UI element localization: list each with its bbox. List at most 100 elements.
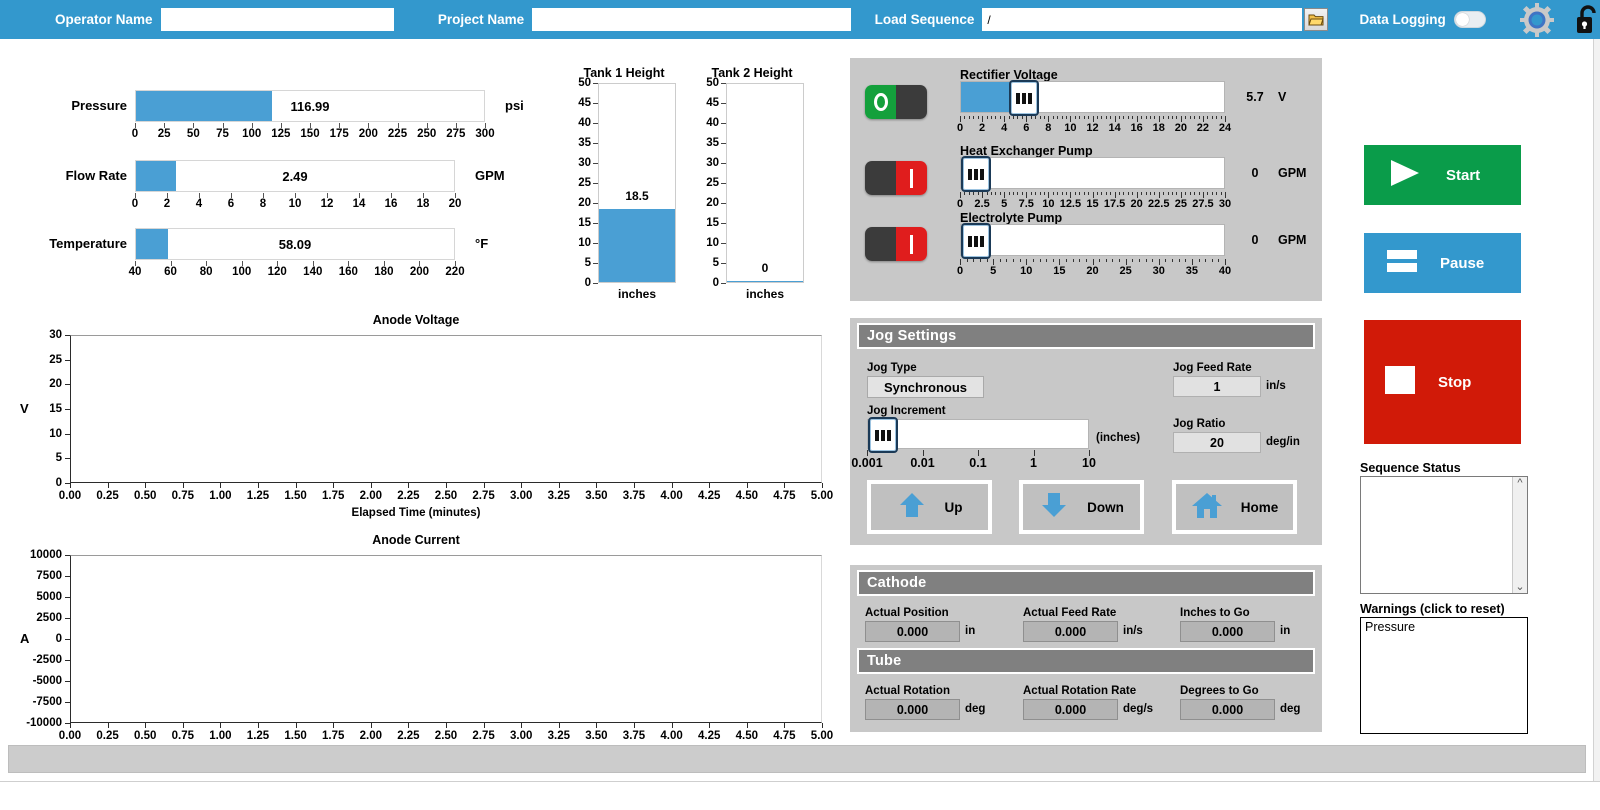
- tube-field-value: 0.000: [1023, 699, 1118, 720]
- start-button[interactable]: Start: [1364, 145, 1521, 205]
- slider-minor-tick: [999, 116, 1001, 119]
- operator-name-input[interactable]: [160, 8, 394, 31]
- lock-icon[interactable]: [1574, 4, 1600, 36]
- warnings-listbox[interactable]: Pressure: [1360, 617, 1528, 734]
- slider-minor-tick: [1172, 116, 1173, 119]
- cathode-field-label: Actual Feed Rate: [1023, 607, 1117, 619]
- heat-exchanger-pump-slider-thumb[interactable]: [961, 156, 991, 192]
- tank-y-tick-label: 5: [584, 257, 591, 269]
- load-sequence-input[interactable]: [982, 8, 1302, 31]
- folder-open-icon[interactable]: [1303, 8, 1329, 31]
- slider-minor-tick: [1074, 116, 1076, 119]
- jog-ratio-unit: deg/in: [1266, 436, 1300, 448]
- horizontal-scrollbar[interactable]: [8, 745, 1586, 773]
- electrolyte-pump-slider[interactable]: [960, 223, 1225, 259]
- chart-y-tick-label: 7500: [36, 570, 62, 582]
- slider-minor-tick: [1046, 259, 1048, 262]
- slider-minor-tick: [1145, 116, 1147, 119]
- chart-y-tick-label: -5000: [32, 675, 62, 687]
- chart-x-tick: [784, 723, 786, 728]
- tank-y-tick-label: 30: [706, 157, 719, 169]
- jog-type-select[interactable]: Synchronous: [867, 376, 984, 398]
- chart-x-tick: [521, 483, 523, 488]
- slider-minor-tick: [1052, 192, 1054, 195]
- jog-increment-tick-label: 0.1: [969, 456, 987, 470]
- switch-right-half[interactable]: [896, 227, 927, 261]
- data-logging-toggle[interactable]: [1453, 11, 1486, 28]
- jog-increment-slider[interactable]: 0.001 0.01 0.1 1 10: [851, 417, 1096, 470]
- slider-tick-label: 40: [1218, 265, 1232, 277]
- rectifier-voltage-unit: V: [1278, 90, 1287, 104]
- jog-increment-slider-thumb[interactable]: [868, 417, 898, 453]
- gear-icon[interactable]: [1520, 2, 1554, 37]
- chart-x-tick-label: 3.00: [509, 730, 533, 742]
- jog-feed-rate-field[interactable]: 1: [1173, 376, 1261, 397]
- tank-y-tick-label: 45: [706, 97, 719, 109]
- switch-left-half[interactable]: [865, 161, 896, 195]
- scroll-down-icon[interactable]: ⌄: [1515, 581, 1524, 593]
- jog-home-button[interactable]: Home: [1172, 480, 1297, 534]
- scroll-up-icon[interactable]: ^: [1517, 477, 1522, 489]
- gauge-temperature: Temperature 58.09 °F 40 60 80 100 120 140 160 180 2…: [49, 228, 488, 283]
- switch-right-half[interactable]: [896, 161, 927, 195]
- rectifier-voltage-power-switch[interactable]: [865, 85, 927, 119]
- chart-y-tick-label: -2500: [32, 654, 62, 666]
- vertical-scrollbar[interactable]: [1593, 39, 1600, 781]
- chart-x-tick-label: 0.00: [58, 730, 82, 742]
- gauge-tick-label: 50: [186, 128, 200, 140]
- slider-tick-label: 20: [1174, 122, 1187, 134]
- jog-type-label: Jog Type: [867, 362, 917, 374]
- electrolyte-pump-power-switch[interactable]: [865, 227, 927, 261]
- slider-tick-label: 10: [1020, 265, 1033, 277]
- jog-down-button[interactable]: Down: [1019, 480, 1144, 534]
- slider-minor-tick: [1141, 192, 1143, 195]
- cathode-header: Cathode: [857, 570, 1315, 596]
- slider-tick-label: 12.5: [1059, 198, 1082, 210]
- sequence-status-scrollbar[interactable]: ^ ⌄: [1512, 477, 1527, 593]
- jog-ratio-field[interactable]: 20: [1173, 432, 1261, 453]
- switch-left-half[interactable]: [865, 227, 896, 261]
- sequence-status-listbox[interactable]: ^ ⌄: [1360, 476, 1528, 594]
- slider-minor-tick: [1165, 259, 1167, 262]
- electrolyte-pump-slider-thumb[interactable]: [961, 223, 991, 259]
- chart-x-tick: [258, 723, 259, 728]
- chart-x-tick-label: 3.25: [547, 730, 570, 742]
- chart-y-tick: [65, 335, 70, 336]
- warning-list-item[interactable]: Pressure: [1361, 618, 1527, 636]
- chart-y-tick: [65, 384, 70, 386]
- gauge-scale: 40 60 80 100 120 140 160 180 200 220: [129, 261, 465, 283]
- chart-x-tick: [408, 723, 410, 728]
- tank-chart: Tank 1 Height 0 5 10 15 20 25 30 35 40 45 50 18.5 inc…: [572, 66, 676, 301]
- rectifier-voltage-slider-thumb[interactable]: [1008, 80, 1039, 116]
- chart-x-tick-label: 1.75: [321, 730, 345, 742]
- chart-y-tick-label: 30: [49, 329, 62, 341]
- project-name-input[interactable]: [532, 8, 851, 31]
- chart-y-tick-label: 0: [55, 477, 62, 489]
- chart-x-tick: [446, 723, 447, 728]
- slider-tick-label: 16: [1130, 122, 1143, 134]
- stop-button[interactable]: Stop: [1364, 320, 1521, 444]
- gauge-tick-label: 20: [448, 198, 462, 210]
- warnings-label: Warnings (click to reset): [1360, 602, 1505, 616]
- slider-minor-tick: [1083, 192, 1085, 195]
- tank-y-tick: [721, 283, 726, 284]
- tube-field-unit: deg: [965, 703, 986, 715]
- heat-exchanger-pump-power-switch[interactable]: [865, 161, 927, 195]
- chart-x-tick-label: 1.25: [246, 490, 270, 502]
- slider-minor-tick: [1013, 116, 1014, 119]
- switch-right-half[interactable]: [896, 85, 927, 119]
- chart-y-tick: [65, 433, 70, 435]
- switch-left-half[interactable]: [865, 85, 896, 119]
- jog-up-button[interactable]: Up: [867, 480, 992, 534]
- slider-minor-tick: [1211, 192, 1213, 195]
- gauge-scale: 0 2 4 6 8 10 12 14 16 18 20: [132, 193, 461, 215]
- tank-y-axis: 0 5 10 15 20 25 30 35 40 45 50: [572, 77, 598, 289]
- tank-bar: [599, 208, 675, 282]
- rectifier-voltage-slider[interactable]: [960, 80, 1225, 116]
- heat-exchanger-pump-slider[interactable]: [960, 156, 1225, 192]
- gauge-tick-label: 180: [374, 266, 394, 278]
- pause-button[interactable]: Pause: [1364, 233, 1521, 293]
- operator-name-label: Operator Name: [55, 12, 153, 27]
- slider-minor-tick: [1096, 192, 1098, 195]
- sequence-status-label: Sequence Status: [1360, 461, 1461, 475]
